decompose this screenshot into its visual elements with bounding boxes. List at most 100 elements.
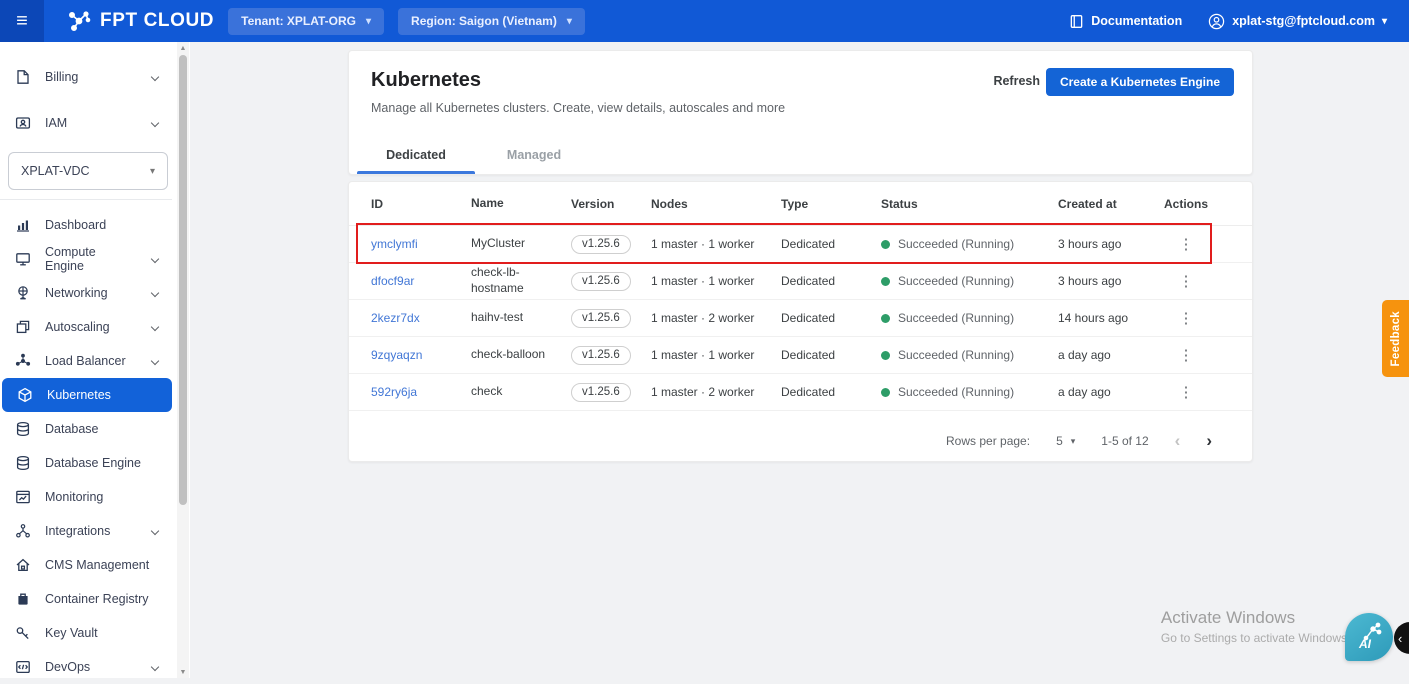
hamburger-menu-button[interactable]: ≡ bbox=[0, 0, 44, 42]
column-header-type: Type bbox=[781, 196, 809, 211]
created-at: 3 hours ago bbox=[1058, 237, 1122, 251]
status-dot bbox=[881, 239, 890, 249]
sidebar-item-label: Dashboard bbox=[45, 218, 107, 232]
logo-text: FPT CLOUD bbox=[100, 10, 215, 31]
region-dropdown-label: Region: Saigon (Vietnam) bbox=[411, 14, 557, 28]
refresh-button[interactable]: Refresh bbox=[993, 74, 1040, 88]
status-text: Succeeded (Running) bbox=[898, 311, 1015, 325]
ai-chat-icon: AI bbox=[1358, 622, 1382, 651]
status-text: Succeeded (Running) bbox=[898, 237, 1015, 251]
cluster-nodes: 1 master · 1 worker bbox=[651, 274, 755, 288]
chevron-down-icon bbox=[150, 254, 160, 264]
sidebar-item-monitoring[interactable]: Monitoring bbox=[0, 480, 176, 514]
vdc-selector-value: XPLAT-VDC bbox=[21, 164, 90, 178]
cluster-id-link[interactable]: dfocf9ar bbox=[371, 274, 414, 288]
sidebar-item-key-vault[interactable]: Key Vault bbox=[0, 616, 176, 650]
scrollbar-down-icon[interactable]: ▼ bbox=[177, 666, 189, 678]
sidebar-item-label: Kubernetes bbox=[47, 388, 111, 402]
sidebar-scrollbar[interactable]: ▲ ▼ bbox=[177, 42, 189, 678]
column-header-name: Name bbox=[471, 195, 504, 210]
feedback-tab[interactable]: Feedback bbox=[1382, 300, 1409, 377]
rows-per-page-label: Rows per page: bbox=[946, 434, 1031, 448]
version-chip: v1.25.6 bbox=[571, 345, 631, 365]
row-actions-menu-icon[interactable]: ⋮ bbox=[1179, 384, 1194, 401]
sidebar-item-integrations[interactable]: Integrations bbox=[0, 514, 176, 548]
cluster-type: Dedicated bbox=[781, 348, 836, 362]
sidebar-item-load-balancer[interactable]: Load Balancer bbox=[0, 344, 176, 378]
status-text: Succeeded (Running) bbox=[898, 385, 1015, 399]
created-at: 3 hours ago bbox=[1058, 274, 1122, 288]
version-chip: v1.25.6 bbox=[571, 271, 631, 291]
tab-managed[interactable]: Managed bbox=[475, 138, 593, 174]
cluster-nodes: 1 master · 2 worker bbox=[651, 311, 755, 325]
table-row: 592ry6ja check v1.25.6 1 master · 2 work… bbox=[349, 374, 1252, 411]
sidebar-item-label: Database Engine bbox=[45, 456, 141, 470]
sidebar-item-kubernetes[interactable]: Kubernetes bbox=[2, 378, 172, 412]
cluster-id-link[interactable]: 2kezr7dx bbox=[371, 311, 420, 325]
cluster-nodes: 1 master · 1 worker bbox=[651, 237, 755, 251]
sidebar-item-compute-engine[interactable]: Compute Engine bbox=[0, 242, 176, 276]
sidebar-item-dashboard[interactable]: Dashboard bbox=[0, 208, 176, 242]
page-title: Kubernetes bbox=[371, 69, 482, 91]
chevron-down-icon bbox=[150, 356, 160, 366]
cluster-type: Dedicated bbox=[781, 385, 836, 399]
column-header-id: ID bbox=[371, 196, 383, 211]
monitoring-icon bbox=[14, 489, 31, 506]
region-dropdown[interactable]: Region: Saigon (Vietnam) ▾ bbox=[398, 7, 585, 35]
vdc-selector[interactable]: XPLAT-VDC ▾ bbox=[8, 152, 168, 190]
dashboard-icon bbox=[14, 217, 31, 234]
chevron-down-icon bbox=[150, 526, 160, 536]
cluster-id-link[interactable]: 9zqyaqzn bbox=[371, 348, 422, 362]
next-page-button[interactable]: › bbox=[1206, 431, 1212, 451]
sidebar-item-billing[interactable]: Billing bbox=[0, 60, 176, 94]
chevron-down-icon: ▾ bbox=[366, 15, 372, 27]
sidebar-item-database-engine[interactable]: Database Engine bbox=[0, 446, 176, 480]
column-header-version: Version bbox=[571, 196, 615, 211]
row-actions-menu-icon[interactable]: ⋮ bbox=[1179, 236, 1194, 253]
row-actions-menu-icon[interactable]: ⋮ bbox=[1179, 273, 1194, 290]
fpt-molecule-icon bbox=[68, 11, 91, 31]
scrollbar-thumb[interactable] bbox=[179, 55, 187, 505]
sidebar-item-iam[interactable]: IAM bbox=[0, 106, 176, 140]
compute-engine-icon bbox=[14, 251, 31, 268]
brand-logo[interactable]: FPT CLOUD bbox=[66, 8, 214, 34]
cluster-type: Dedicated bbox=[781, 311, 836, 325]
cluster-name: check-balloon bbox=[471, 347, 546, 362]
sidebar-item-label: Database bbox=[45, 422, 99, 436]
user-menu[interactable]: xplat-stg@fptcloud.com ▾ bbox=[1208, 13, 1387, 30]
clusters-table-card: ID Name Version Nodes Type Status Create… bbox=[348, 181, 1253, 462]
scrollbar-up-icon[interactable]: ▲ bbox=[177, 42, 189, 54]
key-vault-icon bbox=[14, 625, 31, 642]
sidebar-item-container-registry[interactable]: Container Registry bbox=[0, 582, 176, 616]
row-actions-menu-icon[interactable]: ⋮ bbox=[1179, 310, 1194, 327]
hamburger-icon: ≡ bbox=[16, 9, 28, 32]
sidebar-item-cms-management[interactable]: CMS Management bbox=[0, 548, 176, 582]
column-header-actions: Actions bbox=[1163, 196, 1208, 211]
tenant-dropdown[interactable]: Tenant: XPLAT-ORG ▾ bbox=[228, 7, 385, 35]
chevron-down-icon bbox=[150, 662, 160, 672]
previous-page-button[interactable]: ‹ bbox=[1175, 431, 1181, 451]
pagination-bar: Rows per page: 5 ▾ 1-5 of 12 ‹ › bbox=[946, 431, 1212, 451]
ai-chat-button[interactable]: AI bbox=[1345, 613, 1393, 661]
chevron-left-icon: ‹ bbox=[1398, 630, 1403, 646]
created-at: a day ago bbox=[1058, 348, 1111, 362]
documentation-link[interactable]: Documentation bbox=[1069, 14, 1182, 29]
autoscaling-icon bbox=[14, 319, 31, 336]
iam-icon bbox=[14, 115, 31, 132]
rows-per-page-select[interactable]: 5 ▾ bbox=[1056, 434, 1075, 448]
row-actions-menu-icon[interactable]: ⋮ bbox=[1179, 347, 1194, 364]
tab-dedicated[interactable]: Dedicated bbox=[357, 138, 475, 174]
cluster-id-link[interactable]: ymclymfi bbox=[371, 237, 418, 251]
load-balancer-icon bbox=[14, 353, 31, 370]
chevron-down-icon bbox=[150, 288, 160, 298]
cluster-type: Dedicated bbox=[781, 274, 836, 288]
table-row: ymclymfi MyCluster v1.25.6 1 master · 1 … bbox=[349, 226, 1252, 263]
sidebar-item-label: IAM bbox=[45, 116, 68, 130]
sidebar-item-database[interactable]: Database bbox=[0, 412, 176, 446]
sidebar-item-autoscaling[interactable]: Autoscaling bbox=[0, 310, 176, 344]
feedback-label: Feedback bbox=[1389, 310, 1402, 367]
create-kubernetes-engine-button[interactable]: Create a Kubernetes Engine bbox=[1045, 68, 1234, 96]
sidebar-item-networking[interactable]: Networking bbox=[0, 276, 176, 310]
sidebar-item-devops[interactable]: DevOps bbox=[0, 650, 176, 684]
cluster-id-link[interactable]: 592ry6ja bbox=[371, 385, 417, 399]
